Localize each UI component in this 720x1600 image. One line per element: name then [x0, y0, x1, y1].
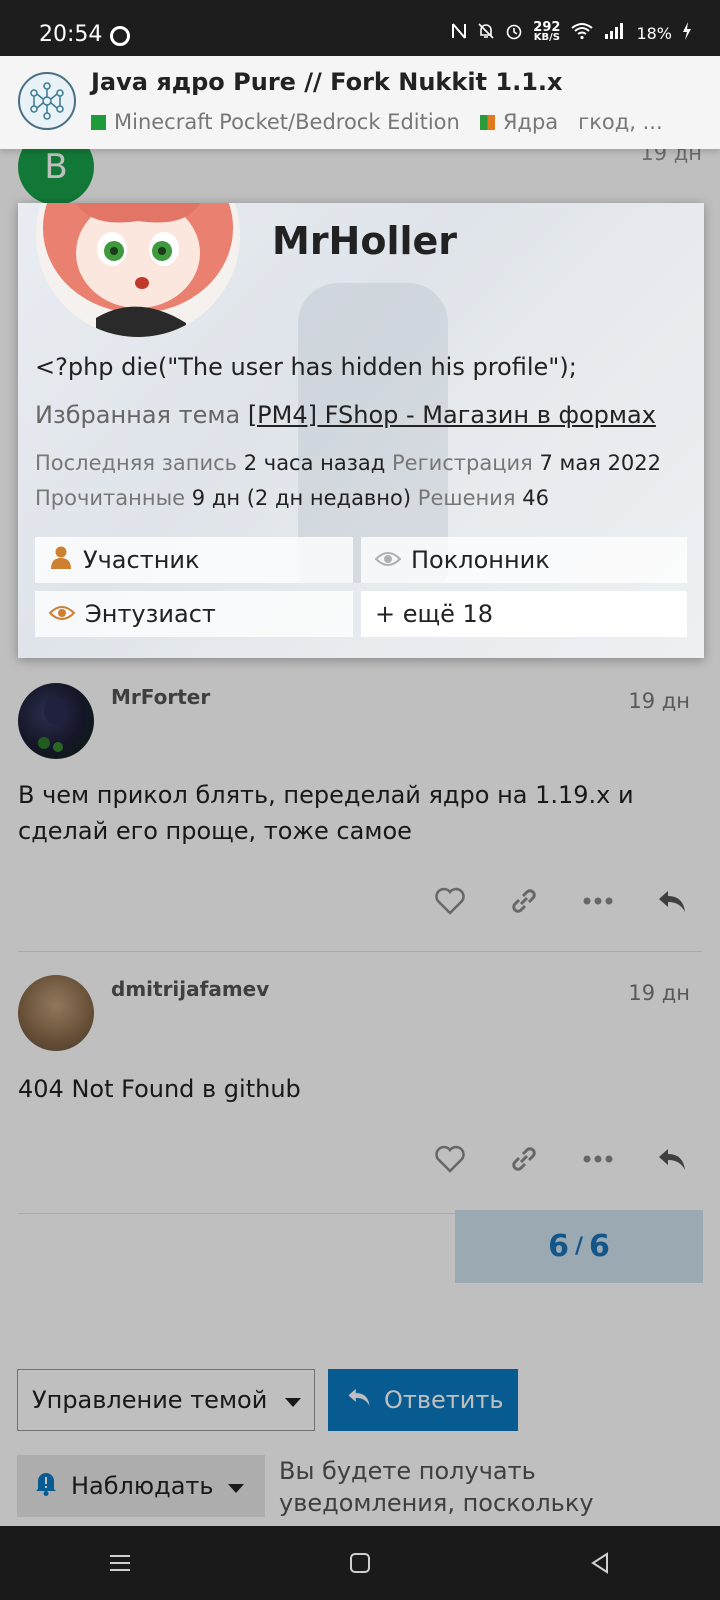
user-icon [49, 545, 73, 575]
user-card-bio: <?php die("The user has hidden his profi… [35, 353, 577, 381]
speed-unit: KB/S [533, 32, 560, 43]
wifi-icon [570, 22, 594, 44]
joined-value: 7 мая 2022 [539, 451, 662, 475]
read-time-label: Прочитанные [35, 486, 186, 510]
last-post-value: 2 часа назад [243, 451, 386, 475]
badge-enthusiast[interactable]: Энтузиаст [35, 591, 353, 637]
home-icon[interactable] [330, 1543, 390, 1583]
topic-categories: Minecraft Pocket/Bedrock Edition Ядра гк… [91, 110, 663, 134]
solutions-label: Решения [417, 486, 516, 510]
featured-topic-label: Избранная тема [35, 401, 241, 429]
subcategory-link[interactable]: Ядра [503, 110, 558, 134]
app-notification-icon [110, 26, 130, 46]
user-card-featured-topic: Избранная тема [PM4] FShop - Магазин в ф… [35, 401, 656, 429]
more-badges-label: + ещё 18 [375, 600, 494, 628]
category-color-swatch [91, 114, 106, 130]
topic-header: Java ядро Pure // Fork Nukkit 1.1.x Mine… [0, 56, 720, 149]
joined-label: Регистрация [392, 451, 533, 475]
signal-icon [604, 23, 626, 43]
user-card: MrHoller <?php die("The user has hidden … [18, 203, 704, 658]
eye-icon [374, 546, 402, 574]
battery-level: 18% [636, 23, 672, 43]
nfc-icon [451, 22, 467, 44]
more-badges-link[interactable]: + ещё 18 [361, 591, 687, 637]
badge-fan[interactable]: Поклонник [361, 537, 687, 583]
site-logo[interactable] [18, 72, 76, 130]
charging-icon [682, 22, 692, 44]
recent-apps-icon[interactable] [90, 1543, 150, 1583]
badge-label: Участник [83, 546, 200, 574]
network-speed: 292 KB/S [533, 21, 560, 43]
status-bar: 20:54 292 KB/S 18% [0, 0, 720, 56]
eye-icon [48, 600, 76, 628]
user-card-username[interactable]: MrHoller [272, 219, 457, 263]
category-color-swatch [479, 114, 495, 130]
mute-icon [477, 22, 495, 44]
read-time-value: 9 дн (2 дн недавно) [191, 486, 412, 510]
user-card-meta-row: Прочитанные 9 дн (2 дн недавно) Решения … [35, 486, 549, 510]
system-navigation-bar [0, 1526, 720, 1600]
user-card-avatar[interactable] [36, 203, 240, 337]
user-card-meta-row: Последняя запись 2 часа назад Регистраци… [35, 451, 661, 475]
clock: 20:54 [39, 22, 103, 47]
topic-title[interactable]: Java ядро Pure // Fork Nukkit 1.1.x [91, 68, 563, 96]
solutions-value: 46 [522, 486, 549, 510]
category-link[interactable]: Minecraft Pocket/Bedrock Edition [114, 110, 460, 134]
status-icons: 292 KB/S 18% [451, 21, 692, 44]
last-post-label: Последняя запись [35, 451, 238, 475]
user-card-badges: Участник Поклонник Энтузиаст + ещё 18 [35, 537, 688, 637]
back-icon[interactable] [570, 1543, 630, 1583]
topic-tags[interactable]: гкод, ... [578, 110, 662, 134]
alarm-icon [505, 22, 523, 44]
badge-label: Энтузиаст [85, 600, 216, 628]
badge-member[interactable]: Участник [35, 537, 353, 583]
featured-topic-link[interactable]: [PM4] FShop - Магазин в формах [248, 401, 656, 429]
badge-label: Поклонник [411, 546, 550, 574]
